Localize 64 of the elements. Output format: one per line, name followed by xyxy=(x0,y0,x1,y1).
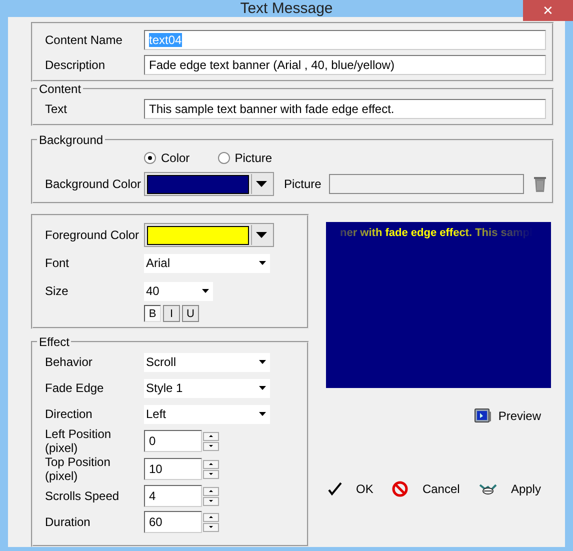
color-picker[interactable] xyxy=(144,223,274,247)
caret-icon xyxy=(256,181,267,187)
spin-down-button[interactable] xyxy=(203,522,219,532)
cancel-button[interactable]: Cancel xyxy=(390,479,462,499)
spin-down-button[interactable] xyxy=(203,496,219,506)
field-label: Direction xyxy=(45,407,94,421)
checkmark-icon xyxy=(328,482,342,496)
spin-up-button[interactable] xyxy=(203,512,219,522)
dropdown[interactable]: Style 1 xyxy=(144,378,270,398)
ok-button[interactable]: OK xyxy=(326,479,376,499)
field-label: Picture xyxy=(284,177,322,191)
field-label: Top Position (pixel) xyxy=(45,455,112,483)
radio-label[interactable]: Color xyxy=(161,151,190,165)
field-label: Duration xyxy=(45,515,92,529)
number-field[interactable]: 10 xyxy=(144,458,202,480)
dropdown[interactable]: Left xyxy=(144,404,270,424)
style-toggle-button[interactable]: I xyxy=(163,305,180,322)
field-label: Fade Edge xyxy=(45,381,105,395)
field-label: Font xyxy=(45,256,70,270)
spin-up-button[interactable] xyxy=(203,460,219,468)
color-picker[interactable] xyxy=(144,172,274,196)
dropdown[interactable]: Scroll xyxy=(144,352,270,372)
apply-button[interactable]: Apply xyxy=(476,479,543,499)
field-label: Description xyxy=(45,58,106,72)
caret-icon xyxy=(259,386,266,390)
field-label: Behavior xyxy=(45,355,94,369)
dropdown[interactable]: 40 xyxy=(144,282,213,300)
group-legend: Content xyxy=(37,82,84,96)
field-label: Left Position (pixel) xyxy=(45,427,112,455)
prohibited-icon xyxy=(392,481,408,497)
field-label: Text xyxy=(45,102,68,116)
dropdown[interactable]: Arial xyxy=(144,254,270,272)
picture-field[interactable] xyxy=(329,174,524,194)
spin-down-button[interactable] xyxy=(203,442,219,450)
field-label: Background Color xyxy=(45,177,142,191)
group-legend: Background xyxy=(37,133,106,147)
window-title: Text Message xyxy=(240,0,333,17)
caret-icon xyxy=(259,412,266,416)
number-field[interactable]: 60 xyxy=(144,511,202,533)
radio-button[interactable] xyxy=(218,152,230,164)
field-label: Size xyxy=(45,284,70,298)
field-label: Content Name xyxy=(45,32,124,46)
style-toggle-button[interactable]: B xyxy=(144,305,161,322)
field-label: Scrolls Speed xyxy=(45,489,120,503)
spin-down-button[interactable] xyxy=(203,470,219,478)
radio-label[interactable]: Picture xyxy=(234,151,272,165)
group-legend: Effect xyxy=(37,335,72,349)
number-field[interactable]: 0 xyxy=(144,430,202,452)
spin-up-button[interactable] xyxy=(203,486,219,496)
preview-button[interactable]: Preview xyxy=(472,406,543,426)
bin-icon[interactable] xyxy=(534,176,546,192)
style-toggle-button[interactable]: U xyxy=(182,305,199,322)
monitor-icon xyxy=(474,408,492,424)
caret-icon xyxy=(256,232,267,238)
radio-button[interactable] xyxy=(144,152,156,164)
close-button[interactable]: ✕ xyxy=(523,0,573,21)
caret-icon xyxy=(202,289,209,293)
number-field[interactable]: 4 xyxy=(144,485,202,507)
text-field[interactable]: Fade edge text banner (Arial , 40, blue/yellow) xyxy=(144,54,546,74)
caret-icon xyxy=(259,261,266,265)
caret-icon xyxy=(259,360,266,364)
field-label: Foreground Color xyxy=(45,228,140,242)
text-field[interactable]: This sample text banner with fade edge effect. xyxy=(144,98,546,118)
spin-up-button[interactable] xyxy=(203,432,219,440)
